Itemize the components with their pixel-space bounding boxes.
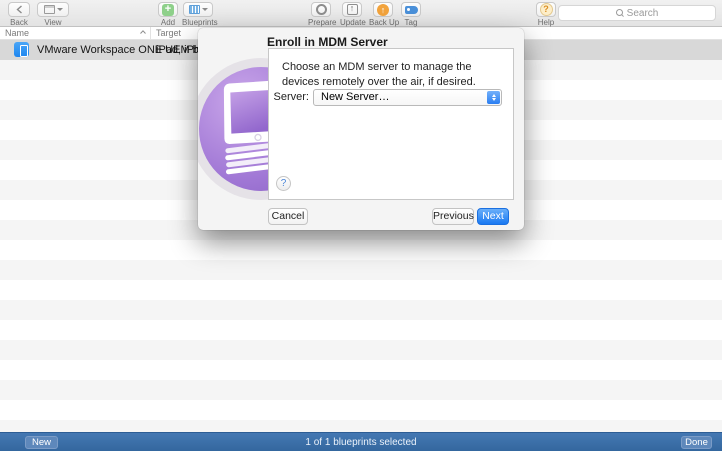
view-grid-icon xyxy=(43,5,55,14)
prepare-gear-icon xyxy=(315,4,327,15)
enroll-mdm-dialog: Enroll in MDM Server Choose an MDM serve… xyxy=(198,28,524,230)
update-arrow-icon xyxy=(346,3,358,15)
dialog-description: Choose an MDM server to manage the devic… xyxy=(282,61,476,89)
view-button[interactable]: View xyxy=(36,2,70,27)
sort-ascending-icon xyxy=(140,30,146,34)
help-button[interactable]: ? Help xyxy=(536,2,556,27)
update-button[interactable]: Update xyxy=(340,2,366,27)
chevron-left-icon xyxy=(15,5,22,14)
column-divider xyxy=(150,27,151,40)
search-placeholder: Search xyxy=(626,7,659,19)
cancel-button[interactable]: Cancel xyxy=(268,208,308,225)
tag-button[interactable]: Tag xyxy=(401,2,421,27)
chevron-down-icon xyxy=(201,8,208,11)
dialog-content-box: Choose an MDM server to manage the devic… xyxy=(268,48,514,200)
backup-button[interactable]: ↑ Back Up xyxy=(369,2,400,27)
prepare-button[interactable]: Prepare xyxy=(308,2,337,27)
dialog-title: Enroll in MDM Server xyxy=(267,35,388,49)
done-button[interactable]: Done xyxy=(681,436,712,449)
status-bar: 1 of 1 blueprints selected New Done xyxy=(0,432,722,451)
selection-status: 1 of 1 blueprints selected xyxy=(305,437,417,448)
back-button[interactable]: Back xyxy=(7,2,31,27)
add-button[interactable]: + Add xyxy=(157,2,179,27)
add-plus-icon: + xyxy=(162,3,174,16)
chevron-down-icon xyxy=(56,8,63,11)
backup-arrow-icon: ↑ xyxy=(377,3,389,16)
server-label: Server: xyxy=(273,91,309,103)
previous-button[interactable]: Previous xyxy=(432,208,474,225)
next-button[interactable]: Next xyxy=(477,208,509,225)
column-header-target[interactable]: Target xyxy=(156,28,181,38)
toolbar: Back View + Add Blueprints Prepare Updat… xyxy=(0,0,722,27)
search-icon xyxy=(615,9,624,17)
add-label: Add xyxy=(160,18,176,27)
popup-stepper-icon xyxy=(487,91,500,104)
blueprints-grid-icon xyxy=(188,5,200,14)
help-label: Help xyxy=(537,18,555,27)
blueprints-button[interactable]: Blueprints xyxy=(182,2,218,27)
tag-label: Tag xyxy=(404,18,418,27)
update-label: Update xyxy=(340,18,366,27)
view-label: View xyxy=(44,18,62,27)
new-button[interactable]: New xyxy=(25,436,58,449)
back-label: Back xyxy=(10,18,28,27)
dialog-help-button[interactable]: ? xyxy=(276,176,291,191)
backup-label: Back Up xyxy=(369,18,400,27)
column-header-name[interactable]: Name xyxy=(5,28,29,38)
search-input[interactable]: Search xyxy=(558,5,716,21)
tag-icon xyxy=(404,5,418,14)
prepare-label: Prepare xyxy=(308,18,337,27)
blueprints-label: Blueprints xyxy=(182,18,218,27)
help-question-icon: ? xyxy=(539,3,553,16)
blueprint-device-icon xyxy=(14,42,29,57)
server-popup-value: New Server… xyxy=(321,91,390,103)
server-popup[interactable]: New Server… xyxy=(313,89,502,106)
